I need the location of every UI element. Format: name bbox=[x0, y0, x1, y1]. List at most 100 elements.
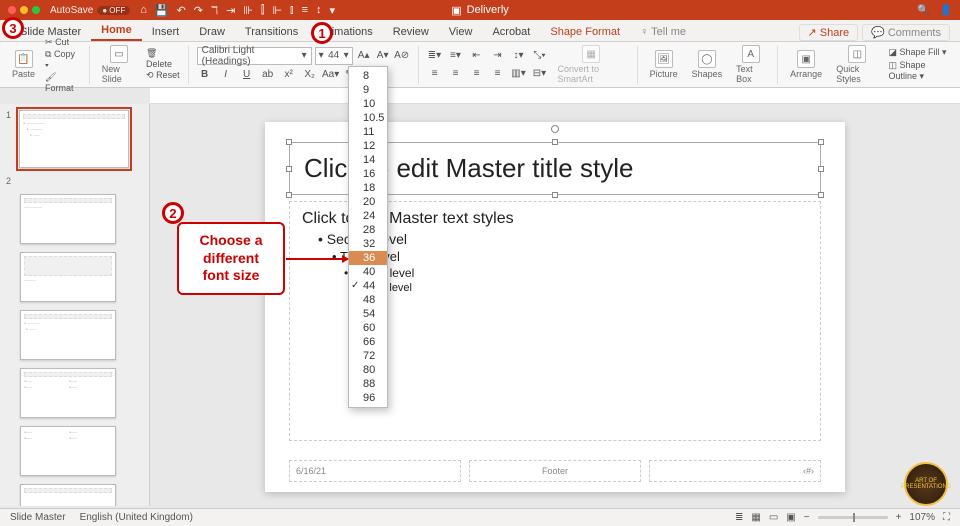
resize-handle[interactable] bbox=[818, 192, 824, 198]
font-size-option[interactable]: 48 bbox=[349, 293, 387, 307]
shapes-button[interactable]: ◯Shapes bbox=[688, 50, 727, 79]
bullets-icon[interactable]: ≣▾ bbox=[426, 48, 442, 64]
new-slide-button[interactable]: ▭ New Slide bbox=[98, 45, 140, 84]
cut-button[interactable]: ✂ Cut bbox=[45, 37, 81, 48]
resize-handle[interactable] bbox=[818, 139, 824, 145]
zoom-slider[interactable] bbox=[818, 516, 888, 519]
picture-button[interactable]: 🖼Picture bbox=[646, 50, 682, 79]
font-size-option[interactable]: 8 bbox=[349, 69, 387, 83]
resize-handle[interactable] bbox=[286, 166, 292, 172]
tab-view[interactable]: View bbox=[439, 23, 483, 41]
slide-canvas[interactable]: Click to edit Master title style Click t… bbox=[150, 104, 960, 506]
font-size-option[interactable]: 36 bbox=[349, 251, 387, 265]
save-icon[interactable]: 💾 bbox=[155, 4, 169, 17]
text-box-button[interactable]: AText Box bbox=[732, 45, 769, 84]
qat-icon[interactable]: ⫿ bbox=[261, 4, 265, 17]
align-center-icon[interactable]: ≡ bbox=[447, 66, 463, 82]
reset-button[interactable]: ⟲ Reset bbox=[146, 70, 180, 81]
delete-button[interactable]: 🗑 Delete bbox=[146, 48, 180, 69]
status-language[interactable]: English (United Kingdom) bbox=[80, 512, 193, 523]
window-controls[interactable] bbox=[8, 6, 40, 14]
search-icon[interactable]: 🔍 bbox=[917, 5, 929, 16]
font-size-option[interactable]: 9 bbox=[349, 83, 387, 97]
layout-thumbnail[interactable]: ——— bbox=[20, 194, 116, 244]
rotate-handle[interactable] bbox=[551, 125, 559, 133]
font-size-option[interactable]: 54 bbox=[349, 307, 387, 321]
font-size-option[interactable]: 32 bbox=[349, 237, 387, 251]
font-size-option[interactable]: 18 bbox=[349, 181, 387, 195]
font-size-option[interactable]: 66 bbox=[349, 335, 387, 349]
qat-icon[interactable]: ↕ bbox=[316, 4, 322, 17]
shape-fill-button[interactable]: ◪ Shape Fill ▾ bbox=[888, 47, 952, 58]
font-size-option[interactable]: 80 bbox=[349, 363, 387, 377]
layout-thumbnail[interactable]: ▪ —— ▪ — bbox=[20, 310, 116, 360]
font-size-option[interactable]: 14 bbox=[349, 153, 387, 167]
tab-acrobat[interactable]: Acrobat bbox=[482, 23, 540, 41]
italic-icon[interactable]: I bbox=[218, 67, 234, 83]
align-text-icon[interactable]: ⊟▾ bbox=[531, 66, 547, 82]
underline-icon[interactable]: U bbox=[239, 67, 255, 83]
format-painter-button[interactable]: 🖌 Format bbox=[45, 72, 81, 93]
quick-styles-button[interactable]: ◫Quick Styles bbox=[832, 45, 882, 84]
home-icon[interactable]: ⌂ bbox=[140, 4, 147, 17]
resize-handle[interactable] bbox=[552, 192, 558, 198]
fullscreen-window-icon[interactable] bbox=[32, 6, 40, 14]
font-size-option[interactable]: 10.5 bbox=[349, 111, 387, 125]
layout-thumbnail[interactable] bbox=[20, 484, 116, 506]
font-size-option[interactable]: 96 bbox=[349, 391, 387, 405]
undo-icon[interactable]: ↶ bbox=[177, 4, 186, 17]
font-size-option[interactable]: 20 bbox=[349, 195, 387, 209]
zoom-out-icon[interactable]: − bbox=[804, 512, 810, 523]
font-size-option[interactable]: 88 bbox=[349, 377, 387, 391]
zoom-level[interactable]: 107% bbox=[909, 512, 935, 523]
footer-date-placeholder[interactable]: 6/16/21 bbox=[289, 460, 461, 482]
subscript-icon[interactable]: x² bbox=[281, 67, 297, 83]
resize-handle[interactable] bbox=[286, 192, 292, 198]
convert-smartart-button[interactable]: ▦ Convert to SmartArt bbox=[553, 45, 628, 84]
qat-icon[interactable]: ⊪ bbox=[243, 4, 253, 17]
resize-handle[interactable] bbox=[818, 166, 824, 172]
autosave-toggle[interactable]: AutoSave ●OFF bbox=[50, 5, 130, 16]
strike-icon[interactable]: ab bbox=[260, 67, 276, 83]
font-size-option[interactable]: 60 bbox=[349, 321, 387, 335]
tab-insert[interactable]: Insert bbox=[142, 23, 190, 41]
superscript-icon[interactable]: X₂ bbox=[302, 67, 318, 83]
tab-home[interactable]: Home bbox=[91, 21, 142, 41]
qat-icon[interactable]: ℸ bbox=[211, 4, 218, 17]
layout-thumbnail[interactable]: ▪—▪—▪—▪— bbox=[20, 368, 116, 418]
numbering-icon[interactable]: ≡▾ bbox=[447, 48, 463, 64]
align-right-icon[interactable]: ≡ bbox=[468, 66, 484, 82]
qat-icon[interactable]: ≡ bbox=[302, 4, 308, 17]
qat-icon[interactable]: ⊩ bbox=[272, 4, 282, 17]
arrange-button[interactable]: ▣Arrange bbox=[786, 50, 826, 79]
indent-icon[interactable]: ⇥ bbox=[489, 48, 505, 64]
close-window-icon[interactable] bbox=[8, 6, 16, 14]
font-size-dropdown[interactable]: 891010.51112141618202428323640✓444854606… bbox=[348, 66, 388, 408]
justify-icon[interactable]: ≡ bbox=[489, 66, 505, 82]
tab-shape-format[interactable]: Shape Format bbox=[540, 23, 630, 41]
align-left-icon[interactable]: ≡ bbox=[426, 66, 442, 82]
outdent-icon[interactable]: ⇤ bbox=[468, 48, 484, 64]
qat-more-icon[interactable]: ▾ bbox=[330, 4, 336, 17]
shape-outline-button[interactable]: ◫ Shape Outline ▾ bbox=[888, 60, 952, 82]
font-size-option[interactable]: 11 bbox=[349, 125, 387, 139]
minimize-window-icon[interactable] bbox=[20, 6, 28, 14]
account-icon[interactable]: 👤 bbox=[940, 5, 952, 16]
tab-draw[interactable]: Draw bbox=[189, 23, 235, 41]
zoom-in-icon[interactable]: + bbox=[896, 512, 902, 523]
font-name-combo[interactable]: Calibri Light (Headings)▾ bbox=[197, 47, 312, 65]
text-direction-icon[interactable]: ⤡▾ bbox=[531, 48, 547, 64]
resize-handle[interactable] bbox=[286, 139, 292, 145]
font-size-option[interactable]: 16 bbox=[349, 167, 387, 181]
tab-review[interactable]: Review bbox=[383, 23, 439, 41]
layout-thumbnail[interactable]: ▪—▪—▪—▪— bbox=[20, 426, 116, 476]
layout-thumbnail[interactable]: —— bbox=[20, 252, 116, 302]
slide-thumbnails-panel[interactable]: 1 ▪ ——— ▪ —— ▪ — 2 ——— —— ▪ —— ▪ — ▪—▪—▪… bbox=[0, 104, 150, 506]
font-size-option[interactable]: 72 bbox=[349, 349, 387, 363]
qat-icon[interactable]: ⫾ bbox=[290, 4, 294, 17]
font-size-option[interactable]: 12 bbox=[349, 139, 387, 153]
tab-transitions[interactable]: Transitions bbox=[235, 23, 308, 41]
font-size-combo[interactable]: ▾44▾ bbox=[315, 47, 353, 65]
font-size-option[interactable]: 28 bbox=[349, 223, 387, 237]
paste-group[interactable]: 📋 Paste bbox=[8, 50, 39, 79]
